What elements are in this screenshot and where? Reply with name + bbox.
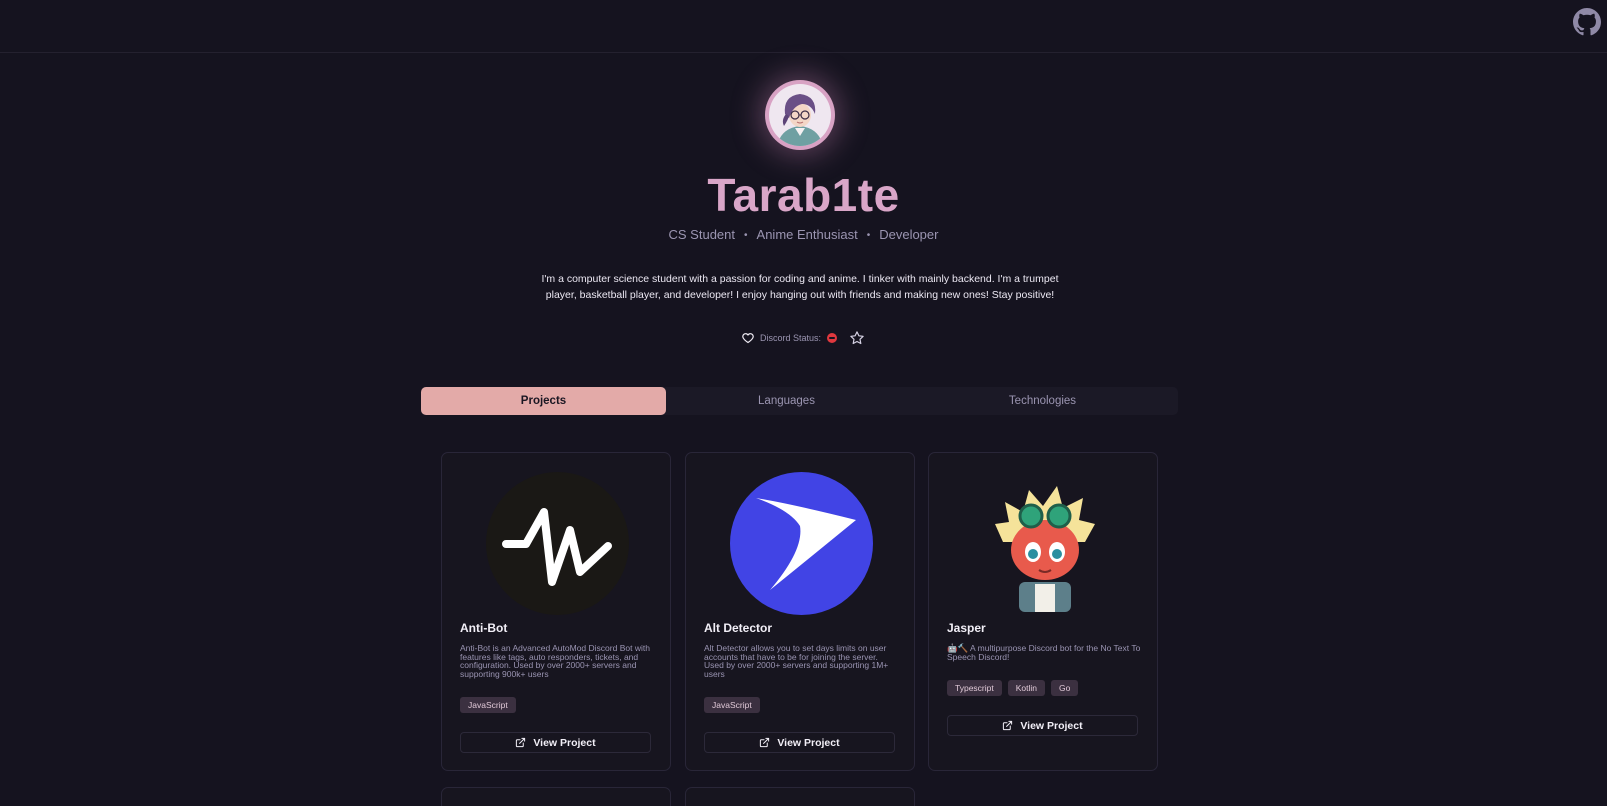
role-separator: • [866, 230, 871, 241]
avatar [765, 80, 835, 150]
discord-status-label: Discord Status: [759, 333, 822, 343]
view-project-label: View Project [1020, 719, 1083, 732]
project-card-partial [441, 787, 671, 806]
role-developer: Developer [879, 227, 939, 242]
project-tags: Typescript Kotlin Go [947, 680, 1079, 696]
tag-kotlin: Kotlin [1007, 680, 1046, 696]
github-icon[interactable] [1573, 8, 1601, 36]
project-card-partial [685, 787, 915, 806]
tag-javascript: JavaScript [704, 697, 760, 713]
project-card-anti-bot: Anti-Bot Anti-Bot is an Advanced AutoMod… [441, 452, 671, 771]
view-project-button[interactable]: View Project [704, 732, 895, 753]
tag-typescript: Typescript [947, 680, 1002, 696]
project-title: Alt Detector [704, 621, 773, 635]
project-description: 🤖🔨 A multipurpose Discord bot for the No… [947, 643, 1141, 662]
view-project-button[interactable]: View Project [460, 732, 651, 753]
tab-technologies[interactable]: Technologies [907, 387, 1178, 415]
tab-languages[interactable]: Languages [666, 387, 907, 415]
tag-go: Go [1051, 680, 1079, 696]
alt-detector-logo [730, 472, 873, 615]
external-link-icon [760, 737, 770, 748]
do-not-disturb-icon [827, 333, 838, 343]
tag-javascript: JavaScript [460, 697, 516, 713]
view-project-label: View Project [533, 736, 596, 749]
project-tags: JavaScript [460, 697, 516, 713]
profile-bio: I'm a computer science student with a pa… [541, 273, 1059, 301]
project-card-alt-detector: Alt Detector Alt Detector allows you to … [685, 452, 915, 771]
project-title: Anti-Bot [460, 621, 508, 635]
anti-bot-logo [486, 472, 629, 615]
tab-projects[interactable]: Projects [421, 387, 666, 415]
project-description: Alt Detector allows you to set days limi… [704, 643, 889, 679]
profile-roles: CS Student • Anime Enthusiast • Developer [0, 227, 1607, 242]
project-card-jasper: Jasper 🤖🔨 A multipurpose Discord bot for… [928, 452, 1158, 771]
jasper-logo [973, 472, 1116, 615]
discord-status: Discord Status: [0, 330, 1607, 350]
role-separator: • [744, 230, 748, 241]
section-tabs: Projects Languages Technologies [421, 387, 1178, 415]
project-tags: JavaScript [704, 697, 760, 713]
project-title: Jasper [947, 621, 986, 635]
view-project-button[interactable]: View Project [947, 715, 1138, 736]
top-bar [0, 0, 1607, 53]
heart-icon[interactable] [742, 332, 754, 344]
star-icon[interactable] [849, 330, 865, 346]
project-description: Anti-Bot is an Advanced AutoMod Discord … [460, 643, 650, 679]
role-cs-student: CS Student [668, 227, 736, 242]
external-link-icon [1003, 720, 1013, 731]
avatar-image [769, 84, 831, 146]
role-anime-enthusiast: Anime Enthusiast [756, 227, 858, 242]
view-project-label: View Project [777, 736, 840, 749]
external-link-icon [516, 737, 526, 748]
profile-name: Tarab1te [707, 169, 900, 221]
